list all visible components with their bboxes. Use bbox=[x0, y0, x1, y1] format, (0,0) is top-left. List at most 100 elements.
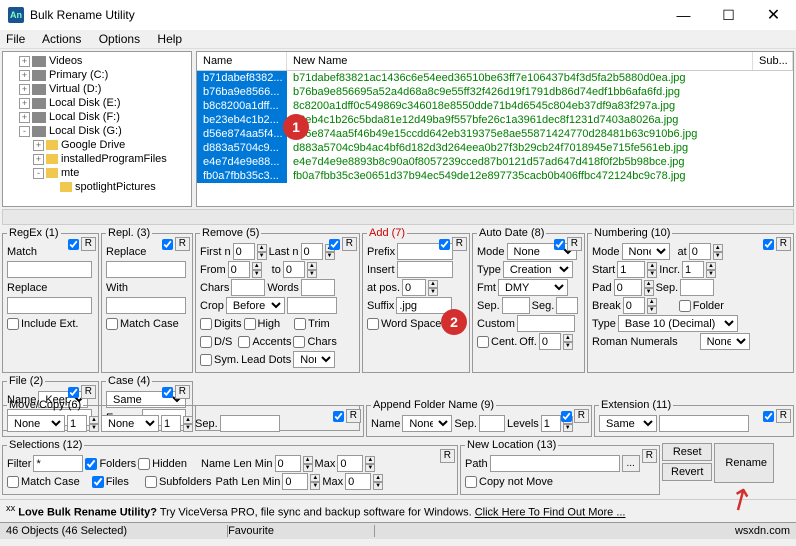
cb-word-space[interactable] bbox=[367, 318, 379, 330]
movecopy-r[interactable]: R bbox=[346, 409, 361, 423]
num-pad[interactable] bbox=[614, 279, 642, 296]
cb-trim[interactable] bbox=[294, 318, 306, 330]
menu-help[interactable]: Help bbox=[157, 32, 182, 46]
num-break[interactable] bbox=[623, 297, 645, 314]
sel-max2[interactable] bbox=[345, 473, 371, 490]
num-at[interactable] bbox=[689, 243, 711, 260]
cb-sel-mc[interactable] bbox=[7, 476, 19, 488]
cb-hidden[interactable] bbox=[138, 458, 150, 470]
regex-match-input[interactable] bbox=[7, 261, 92, 278]
file-row[interactable]: d883a5704c9...d883a5704c9b4ac4bf6d182d3d… bbox=[197, 141, 793, 155]
ext-input[interactable] bbox=[659, 415, 749, 432]
cb-folders[interactable] bbox=[85, 458, 97, 470]
file-list[interactable]: Name New Name Sub... b71dabef8382...b71d… bbox=[196, 51, 794, 207]
spin[interactable]: ▲▼ bbox=[644, 280, 654, 296]
sel-max1[interactable] bbox=[337, 455, 363, 472]
tree-item[interactable]: -Local Disk (G:) bbox=[5, 124, 189, 138]
folder-tree[interactable]: +Videos+Primary (C:)+Virtual (D:) +Local … bbox=[2, 51, 192, 207]
remove-firstn[interactable] bbox=[233, 243, 255, 260]
regex-r[interactable]: R bbox=[81, 237, 96, 251]
cb-ds[interactable] bbox=[200, 336, 212, 348]
tree-item[interactable]: +installedProgramFiles bbox=[5, 152, 189, 166]
cb-files[interactable] bbox=[92, 476, 104, 488]
autodate-fmt[interactable]: DMY bbox=[498, 279, 568, 296]
spin[interactable]: ▲▼ bbox=[183, 416, 193, 432]
repl-match-case[interactable] bbox=[106, 318, 118, 330]
autodate-custom[interactable] bbox=[517, 315, 575, 332]
cb-cent[interactable] bbox=[477, 336, 489, 348]
mc-n1[interactable] bbox=[67, 415, 87, 432]
spin[interactable]: ▲▼ bbox=[310, 474, 320, 490]
repl-r[interactable]: R bbox=[175, 237, 190, 251]
cb-high[interactable] bbox=[244, 318, 256, 330]
ap-name[interactable]: None bbox=[402, 415, 452, 432]
num-incr[interactable] bbox=[682, 261, 704, 278]
col-newname[interactable]: New Name bbox=[287, 52, 753, 70]
menu-actions[interactable]: Actions bbox=[42, 32, 81, 46]
num-start[interactable] bbox=[617, 261, 645, 278]
remove-to[interactable] bbox=[283, 261, 305, 278]
col-sub[interactable]: Sub... bbox=[753, 52, 793, 70]
tree-item[interactable]: +Videos bbox=[5, 54, 189, 68]
num-mode[interactable]: None bbox=[622, 243, 670, 260]
add-r[interactable]: R bbox=[452, 237, 467, 251]
numbering-enable[interactable] bbox=[763, 239, 774, 250]
cb-chars2[interactable] bbox=[293, 336, 305, 348]
num-type[interactable]: Base 10 (Decimal) bbox=[618, 315, 738, 332]
menu-file[interactable]: File bbox=[6, 32, 25, 46]
file-row[interactable]: b8c8200a1dff...8c8200a1dff0c549869c34601… bbox=[197, 99, 793, 113]
mc-sel1[interactable]: None bbox=[7, 415, 65, 432]
autodate-type[interactable]: Creation (Cur bbox=[503, 261, 573, 278]
remove-lastn[interactable] bbox=[301, 243, 323, 260]
tree-item[interactable]: -mte bbox=[5, 166, 189, 180]
add-suffix[interactable] bbox=[396, 297, 452, 314]
spin[interactable]: ▲▼ bbox=[706, 262, 716, 278]
maximize-button[interactable]: ☐ bbox=[706, 0, 751, 30]
spin[interactable]: ▲▼ bbox=[647, 298, 657, 314]
spin[interactable]: ▲▼ bbox=[89, 416, 99, 432]
tree-item[interactable]: +Google Drive bbox=[5, 138, 189, 152]
file-enable[interactable] bbox=[68, 387, 79, 398]
file-row[interactable]: b76ba9e8566...b76ba9e856695a52a4d68a8c9e… bbox=[197, 85, 793, 99]
remove-crop-text[interactable] bbox=[287, 297, 337, 314]
mc-n2[interactable] bbox=[161, 415, 181, 432]
case-enable[interactable] bbox=[162, 387, 173, 398]
numbering-r[interactable]: R bbox=[776, 237, 791, 251]
ext-sel[interactable]: Same bbox=[599, 415, 657, 432]
spin[interactable]: ▲▼ bbox=[563, 334, 573, 350]
reset-button[interactable]: Reset bbox=[662, 443, 712, 461]
tree-item[interactable]: +Local Disk (F:) bbox=[5, 110, 189, 124]
spin[interactable]: ▲▼ bbox=[257, 244, 267, 260]
file-row[interactable]: fb0a7fbb35c3...fb0a7fbb35c3e0651d37b94ec… bbox=[197, 169, 793, 183]
case-r[interactable]: R bbox=[175, 385, 190, 399]
autodate-enable[interactable] bbox=[554, 239, 565, 250]
regex-include-ext[interactable] bbox=[7, 318, 19, 330]
ap-levels[interactable] bbox=[541, 415, 561, 432]
tree-item[interactable]: spotlightPictures bbox=[5, 180, 189, 194]
regex-enable[interactable] bbox=[68, 239, 79, 250]
file-row[interactable]: e4e7d4e9e88...e4e7d4e9e8893b8c90a0f80572… bbox=[197, 155, 793, 169]
revert-button[interactable]: Revert bbox=[662, 463, 712, 481]
cb-folder[interactable] bbox=[679, 300, 691, 312]
ap-sep[interactable] bbox=[479, 415, 505, 432]
remove-lead-dots[interactable]: Non bbox=[293, 351, 335, 368]
remove-from[interactable] bbox=[228, 261, 250, 278]
minimize-button[interactable]: — bbox=[661, 0, 706, 30]
tree-item[interactable]: +Primary (C:) bbox=[5, 68, 189, 82]
remove-words[interactable] bbox=[301, 279, 335, 296]
file-row[interactable]: b71dabef8382...b71dabef83821ac1436c6e54e… bbox=[197, 71, 793, 85]
repl-enable[interactable] bbox=[162, 239, 173, 250]
remove-chars[interactable] bbox=[231, 279, 265, 296]
remove-enable[interactable] bbox=[329, 239, 340, 250]
cb-copy-not-move[interactable] bbox=[465, 476, 477, 488]
repl-replace-input[interactable] bbox=[106, 261, 186, 278]
spin[interactable]: ▲▼ bbox=[373, 474, 383, 490]
close-button[interactable]: ✕ bbox=[751, 0, 796, 30]
autodate-seg[interactable] bbox=[556, 297, 578, 314]
tree-item[interactable]: +Virtual (D:) bbox=[5, 82, 189, 96]
regex-replace-input[interactable] bbox=[7, 297, 92, 314]
col-name[interactable]: Name bbox=[197, 52, 287, 70]
file-r[interactable]: R bbox=[81, 385, 96, 399]
sel-r[interactable]: R bbox=[440, 449, 455, 463]
hscroll[interactable] bbox=[2, 209, 794, 225]
